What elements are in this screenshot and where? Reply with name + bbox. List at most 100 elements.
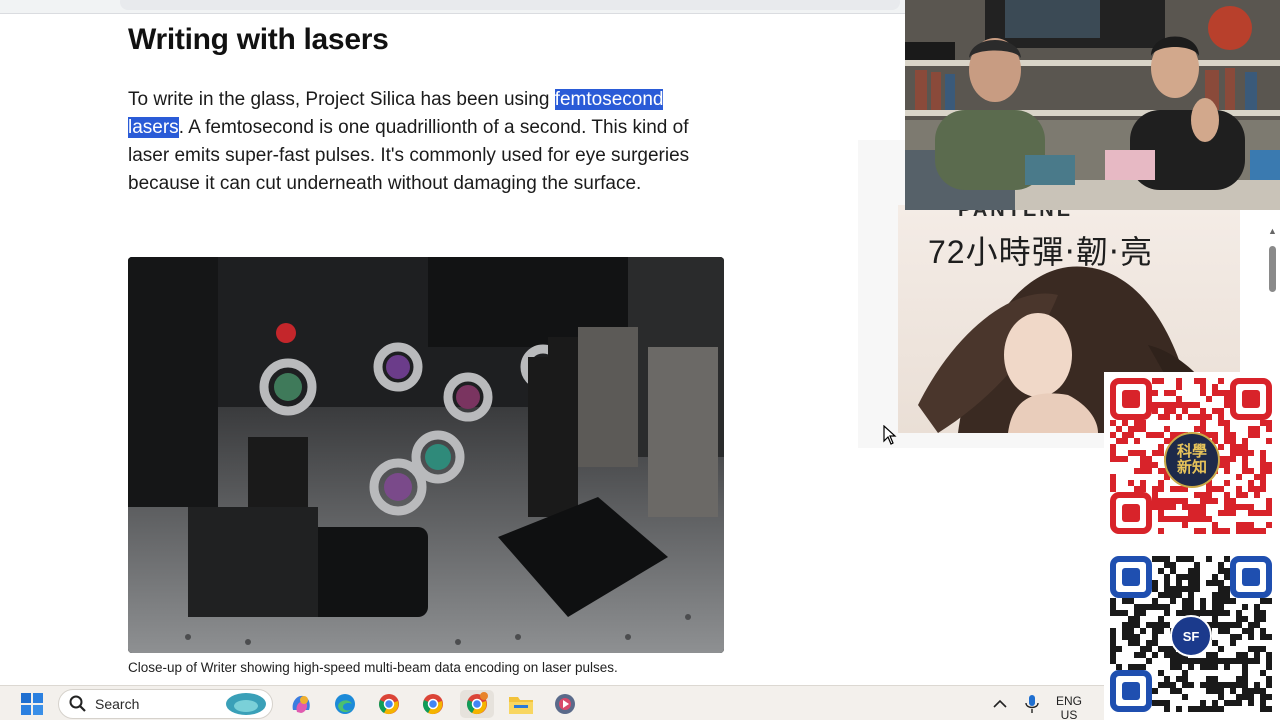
qr-module bbox=[1266, 426, 1272, 432]
qr-module bbox=[1254, 486, 1260, 492]
qr-module bbox=[1200, 492, 1206, 498]
qr-module bbox=[1200, 504, 1206, 510]
qr-module bbox=[1224, 528, 1230, 534]
qr-module bbox=[1176, 676, 1182, 682]
taskbar-search-box[interactable]: Search bbox=[58, 689, 273, 719]
chevron-up-icon[interactable] bbox=[990, 690, 1010, 718]
qr-module bbox=[1128, 634, 1134, 640]
qr-module bbox=[1206, 658, 1212, 664]
qr-module bbox=[1242, 438, 1248, 444]
qr-module bbox=[1128, 628, 1134, 634]
qr-module bbox=[1200, 426, 1206, 432]
qr-module bbox=[1236, 492, 1242, 498]
region-code: US bbox=[1060, 708, 1078, 720]
qr-module bbox=[1218, 568, 1224, 574]
qr-module bbox=[1182, 604, 1188, 610]
qr-module bbox=[1158, 528, 1164, 534]
qr-module bbox=[1212, 384, 1218, 390]
qr-module bbox=[1200, 510, 1206, 516]
widget-icon[interactable] bbox=[224, 691, 268, 717]
qr-module bbox=[1152, 628, 1158, 634]
qr-module bbox=[1182, 516, 1188, 522]
qr-module bbox=[1200, 664, 1206, 670]
qr-module bbox=[1260, 528, 1266, 534]
qr-module bbox=[1254, 604, 1260, 610]
qr-module bbox=[1260, 486, 1266, 492]
scrollbar-thumb[interactable] bbox=[1269, 246, 1276, 292]
qr-module bbox=[1266, 468, 1272, 474]
qr-module bbox=[1122, 432, 1128, 438]
qr-module bbox=[1230, 504, 1236, 510]
qr-module bbox=[1182, 408, 1188, 414]
qr-module bbox=[1158, 510, 1164, 516]
qr-module bbox=[1170, 688, 1176, 694]
scroll-up-arrow-icon[interactable]: ▲ bbox=[1268, 226, 1277, 236]
windows-start-icon[interactable] bbox=[18, 690, 46, 718]
qr-module bbox=[1176, 396, 1182, 402]
qr-module bbox=[1158, 450, 1164, 456]
qr-module bbox=[1254, 426, 1260, 432]
qr-module bbox=[1242, 664, 1248, 670]
qr-module bbox=[1224, 682, 1230, 688]
input-language-indicator[interactable]: ENG US bbox=[1056, 694, 1082, 720]
qr-module bbox=[1152, 378, 1158, 384]
qr-module bbox=[1152, 604, 1158, 610]
chrome-icon[interactable] bbox=[375, 690, 403, 718]
qr-module bbox=[1152, 492, 1158, 498]
qr-module bbox=[1200, 598, 1206, 604]
qr-module bbox=[1206, 652, 1212, 658]
qr-module bbox=[1224, 510, 1230, 516]
copilot-icon[interactable] bbox=[287, 690, 315, 718]
qr-module bbox=[1188, 706, 1194, 712]
microphone-icon[interactable] bbox=[1022, 690, 1042, 718]
qr-module bbox=[1110, 628, 1116, 634]
section-heading: Writing with lasers bbox=[128, 23, 389, 56]
qr-module bbox=[1200, 390, 1206, 396]
qr-module bbox=[1230, 510, 1236, 516]
qr-module bbox=[1224, 664, 1230, 670]
qr-module bbox=[1152, 504, 1158, 510]
qr-module bbox=[1146, 456, 1152, 462]
qr-module bbox=[1200, 414, 1206, 420]
media-player-icon[interactable] bbox=[551, 690, 579, 718]
qr-module bbox=[1260, 670, 1266, 676]
qr-module bbox=[1182, 670, 1188, 676]
qr-module bbox=[1260, 456, 1266, 462]
qr-module bbox=[1194, 658, 1200, 664]
qr-finder-center bbox=[1242, 568, 1260, 586]
qr-module bbox=[1170, 658, 1176, 664]
qr-module bbox=[1230, 622, 1236, 628]
qr-module bbox=[1164, 574, 1170, 580]
qr-module bbox=[1224, 390, 1230, 396]
qr-module bbox=[1146, 604, 1152, 610]
chrome-icon[interactable] bbox=[460, 690, 494, 718]
qr-module bbox=[1194, 562, 1200, 568]
qr-module bbox=[1248, 658, 1254, 664]
qr-module bbox=[1260, 628, 1266, 634]
qr-module bbox=[1164, 622, 1170, 628]
chrome-icon[interactable] bbox=[419, 690, 447, 718]
qr-module bbox=[1164, 586, 1170, 592]
qr-module bbox=[1248, 522, 1254, 528]
qr-module bbox=[1182, 522, 1188, 528]
qr-module bbox=[1212, 700, 1218, 706]
qr-module bbox=[1128, 432, 1134, 438]
qr-module bbox=[1194, 586, 1200, 592]
address-bar[interactable] bbox=[120, 0, 900, 10]
qr-module bbox=[1194, 414, 1200, 420]
qr-module bbox=[1170, 504, 1176, 510]
qr-module bbox=[1248, 450, 1254, 456]
qr-module bbox=[1128, 450, 1134, 456]
file-explorer-icon[interactable] bbox=[507, 690, 535, 718]
qr-module bbox=[1188, 510, 1194, 516]
qr-module bbox=[1200, 604, 1206, 610]
qr-module bbox=[1230, 640, 1236, 646]
paragraph-text-end: . A femtosecond is one quadrillionth of … bbox=[128, 117, 690, 194]
xiaohongshu-qr-code: 科學新知 bbox=[1104, 372, 1280, 545]
edge-icon[interactable] bbox=[331, 690, 359, 718]
qr-module bbox=[1110, 480, 1116, 486]
qr-module bbox=[1212, 522, 1218, 528]
qr-module bbox=[1206, 492, 1212, 498]
windows-taskbar: Search ENG US bbox=[0, 685, 1104, 720]
qr-module bbox=[1110, 444, 1116, 450]
